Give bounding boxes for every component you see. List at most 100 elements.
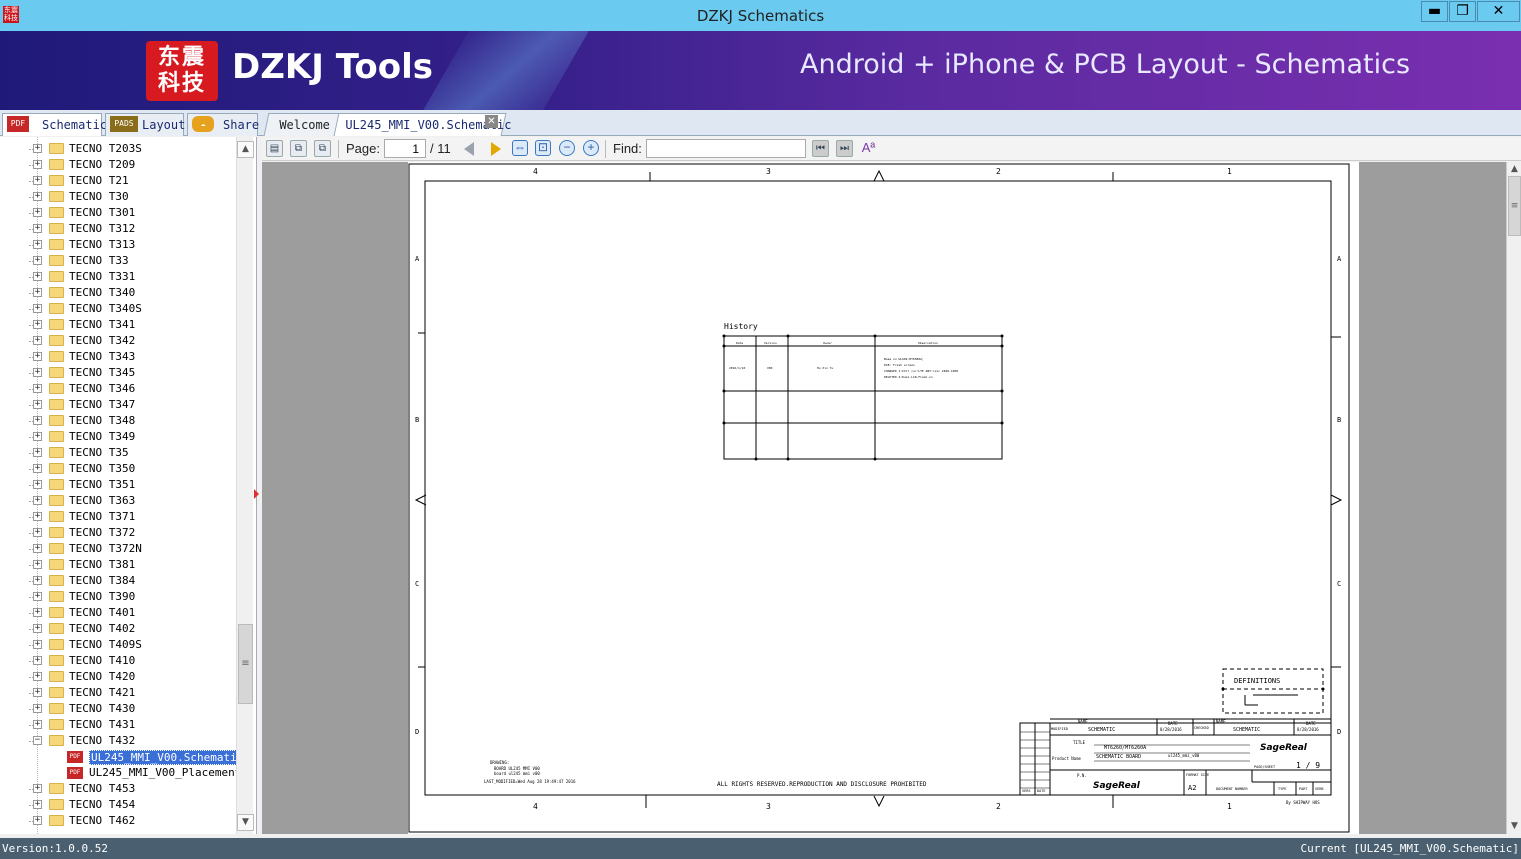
tree-folder-item[interactable]: + TECNO T351 bbox=[0, 477, 236, 493]
expand-icon[interactable]: + bbox=[33, 160, 42, 169]
tree-folder-item[interactable]: + TECNO T209 bbox=[0, 157, 236, 173]
expand-icon[interactable]: + bbox=[33, 624, 42, 633]
tree-folder-item[interactable]: + TECNO T349 bbox=[0, 429, 236, 445]
expand-icon[interactable]: + bbox=[33, 576, 42, 585]
expand-icon[interactable]: + bbox=[33, 640, 42, 649]
tree-folder-item[interactable]: + TECNO T390 bbox=[0, 589, 236, 605]
tree-folder-item[interactable]: + TECNO T453 bbox=[0, 781, 236, 797]
expand-icon[interactable]: + bbox=[33, 240, 42, 249]
zoom-in-icon[interactable]: + bbox=[583, 140, 599, 156]
minimize-button[interactable]: ▬ bbox=[1421, 1, 1448, 22]
expand-icon[interactable]: + bbox=[33, 224, 42, 233]
expand-icon[interactable]: + bbox=[33, 368, 42, 377]
highlight-text-icon[interactable]: Aª bbox=[860, 140, 877, 157]
tree-folder-item[interactable]: + TECNO T401 bbox=[0, 605, 236, 621]
scroll-thumb[interactable]: ≡ bbox=[1508, 176, 1521, 236]
tree-folder-item[interactable]: + TECNO T363 bbox=[0, 493, 236, 509]
tree-folder-item[interactable]: + TECNO T348 bbox=[0, 413, 236, 429]
expand-icon[interactable]: + bbox=[33, 448, 42, 457]
expand-icon[interactable]: + bbox=[33, 592, 42, 601]
tree-folder-item[interactable]: − TECNO T432 bbox=[0, 733, 236, 749]
copy-icon[interactable]: ⧉ bbox=[290, 140, 307, 157]
expand-icon[interactable]: + bbox=[33, 560, 42, 569]
tree-folder-item[interactable]: + TECNO T203S bbox=[0, 141, 236, 157]
tree-folder-item[interactable]: + TECNO T33 bbox=[0, 253, 236, 269]
scroll-up-icon[interactable]: ▲ bbox=[1507, 162, 1521, 177]
expand-icon[interactable]: + bbox=[33, 464, 42, 473]
tree-folder-item[interactable]: + TECNO T454 bbox=[0, 797, 236, 813]
tree-folder-item[interactable]: + TECNO T301 bbox=[0, 205, 236, 221]
expand-icon[interactable]: + bbox=[33, 272, 42, 281]
doc-tab-schematic[interactable]: UL245_MMI_V00.Schematic bbox=[333, 113, 511, 136]
tree-folder-item[interactable]: + TECNO T409S bbox=[0, 637, 236, 653]
expand-icon[interactable]: + bbox=[33, 208, 42, 217]
maximize-button[interactable]: ❐ bbox=[1449, 1, 1476, 22]
expand-icon[interactable]: + bbox=[33, 384, 42, 393]
expand-icon[interactable]: + bbox=[33, 320, 42, 329]
expand-icon[interactable]: + bbox=[33, 528, 42, 537]
zoom-out-icon[interactable]: − bbox=[559, 140, 575, 156]
tree-folder-item[interactable]: + TECNO T347 bbox=[0, 397, 236, 413]
tree-folder-item[interactable]: + TECNO T410 bbox=[0, 653, 236, 669]
tab-schematic[interactable]: PDF Schematic bbox=[2, 113, 107, 136]
tab-layout[interactable]: PADS Layout bbox=[105, 113, 185, 136]
tree-folder-item[interactable]: + TECNO T340S bbox=[0, 301, 236, 317]
tree-folder-item[interactable]: + TECNO T402 bbox=[0, 621, 236, 637]
open-icon[interactable]: ▤ bbox=[266, 140, 283, 157]
tree-folder-item[interactable]: + TECNO T35 bbox=[0, 445, 236, 461]
document-viewport[interactable]: 4 3 2 1 4 3 2 1 A B C D A B C D History … bbox=[262, 162, 1506, 834]
tree-folder-item[interactable]: + TECNO T21 bbox=[0, 173, 236, 189]
tab-share[interactable]: ☁ Share bbox=[187, 113, 259, 136]
scroll-down-icon[interactable]: ▼ bbox=[1507, 819, 1521, 834]
tree-folder-item[interactable]: + TECNO T331 bbox=[0, 269, 236, 285]
scroll-up-icon[interactable]: ▲ bbox=[237, 141, 254, 158]
tree-folder-item[interactable]: + TECNO T312 bbox=[0, 221, 236, 237]
expand-icon[interactable]: + bbox=[33, 496, 42, 505]
prev-page-icon[interactable] bbox=[464, 142, 474, 156]
tree-folder-item[interactable]: + TECNO T346 bbox=[0, 381, 236, 397]
tree-folder-item[interactable]: + TECNO T350 bbox=[0, 461, 236, 477]
next-page-icon[interactable] bbox=[491, 142, 501, 156]
expand-icon[interactable]: + bbox=[33, 336, 42, 345]
expand-icon[interactable]: + bbox=[33, 608, 42, 617]
document-scrollbar[interactable]: ▲ ≡ ▼ bbox=[1506, 162, 1521, 834]
expand-icon[interactable]: + bbox=[33, 512, 42, 521]
tree-folder-item[interactable]: + TECNO T462 bbox=[0, 813, 236, 829]
expand-icon[interactable]: + bbox=[33, 304, 42, 313]
tree-folder-item[interactable]: + TECNO T342 bbox=[0, 333, 236, 349]
tree-folder-item[interactable]: + TECNO T371 bbox=[0, 509, 236, 525]
expand-icon[interactable]: + bbox=[33, 704, 42, 713]
expand-icon[interactable]: + bbox=[33, 176, 42, 185]
expand-icon[interactable]: + bbox=[33, 192, 42, 201]
page-number-input[interactable] bbox=[384, 139, 426, 158]
tree-folder-item[interactable]: + TECNO T341 bbox=[0, 317, 236, 333]
tree-folder-item[interactable]: + TECNO T372N bbox=[0, 541, 236, 557]
tree-scrollbar[interactable]: ▲ ≡ ▼ bbox=[236, 137, 254, 834]
tree-folder-item[interactable]: + TECNO T430 bbox=[0, 701, 236, 717]
tree-folder-item[interactable]: + TECNO T381 bbox=[0, 557, 236, 573]
expand-icon[interactable]: + bbox=[33, 352, 42, 361]
expand-icon[interactable]: + bbox=[33, 256, 42, 265]
expand-icon[interactable]: + bbox=[33, 656, 42, 665]
expand-icon[interactable]: + bbox=[33, 480, 42, 489]
fit-page-icon[interactable]: ⊡ bbox=[535, 140, 551, 156]
tree-folder-item[interactable]: + TECNO T421 bbox=[0, 685, 236, 701]
splitter-collapse-icon[interactable] bbox=[254, 489, 259, 499]
doc-tab-welcome[interactable]: Welcome bbox=[263, 113, 341, 136]
tree-folder-item[interactable]: + TECNO T340 bbox=[0, 285, 236, 301]
tree-folder-item[interactable]: + TECNO T372 bbox=[0, 525, 236, 541]
close-tab-icon[interactable]: ✕ bbox=[485, 115, 498, 128]
find-previous-icon[interactable]: ⏮ bbox=[812, 140, 829, 157]
expand-icon[interactable]: + bbox=[33, 288, 42, 297]
pages-icon[interactable]: ⧉ bbox=[314, 140, 331, 157]
expand-icon[interactable]: + bbox=[33, 816, 42, 825]
tree-folder-item[interactable]: + TECNO T384 bbox=[0, 573, 236, 589]
find-next-icon[interactable]: ⏭ bbox=[836, 140, 853, 157]
fit-width-icon[interactable]: ⇔ bbox=[512, 140, 528, 156]
scroll-thumb[interactable]: ≡ bbox=[238, 624, 253, 704]
expand-icon[interactable]: + bbox=[33, 400, 42, 409]
collapse-icon[interactable]: − bbox=[33, 736, 42, 745]
tree-folder-item[interactable]: + TECNO T431 bbox=[0, 717, 236, 733]
find-input[interactable] bbox=[646, 139, 806, 158]
tree-folder-item[interactable]: + TECNO T313 bbox=[0, 237, 236, 253]
